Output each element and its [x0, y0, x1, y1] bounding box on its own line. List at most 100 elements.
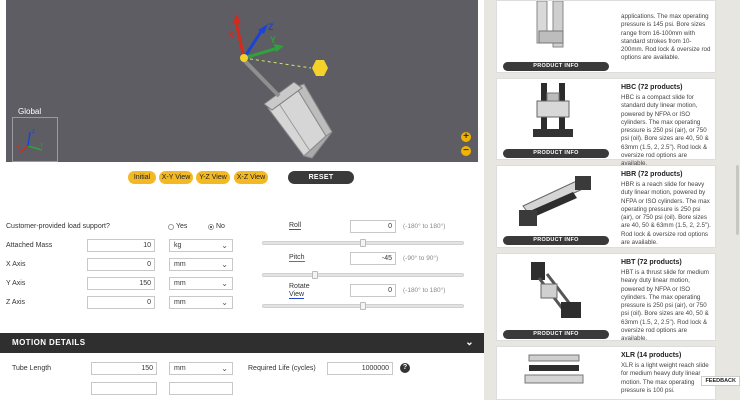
product-description: applications. The max operating pressure… [621, 13, 711, 62]
chevron-down-icon: ⌄ [221, 279, 228, 288]
rotate-view-slider-thumb[interactable] [360, 302, 366, 310]
yz-view-button[interactable]: Y-Z View [196, 171, 230, 184]
global-label: Global [18, 107, 42, 116]
x-axis-label: X Axis [6, 261, 26, 268]
xz-view-button[interactable]: X-Z View [234, 171, 268, 184]
svg-text:X: X [228, 30, 234, 40]
mass-unit-select[interactable]: kg ⌄ [169, 239, 233, 252]
support-no-radio[interactable] [208, 224, 214, 230]
y-axis-unit-value: mm [174, 280, 186, 287]
chevron-down-icon: ⌄ [221, 298, 228, 307]
pitch-input[interactable]: -45 [350, 252, 396, 265]
z-axis-input[interactable]: 0 [87, 296, 155, 309]
roll-range: (-180° to 180°) [403, 223, 446, 230]
product-card: HBR (72 products) HBR is a reach slide f… [496, 165, 716, 248]
feedback-tab[interactable]: FEEDBACK [701, 376, 740, 386]
attached-mass-label: Attached Mass [6, 242, 53, 249]
chevron-down-icon: ⌄ [221, 241, 228, 250]
rotate-label: Rotate [289, 283, 310, 290]
z-axis-unit-value: mm [174, 299, 186, 306]
product-info-button[interactable]: PRODUCT INFO [503, 62, 609, 71]
roll-label: Roll [289, 222, 302, 230]
y-axis-unit-select[interactable]: mm ⌄ [169, 277, 233, 290]
product-info-button[interactable]: PRODUCT INFO [503, 149, 609, 158]
y-axis-input[interactable]: 150 [87, 277, 155, 290]
pitch-label: Pitch [289, 254, 305, 262]
product-name: HBC (72 products) [621, 84, 683, 91]
product-card: XLR (14 products) XLR is a light weight … [496, 346, 716, 400]
pitch-slider-thumb[interactable] [312, 271, 318, 279]
attached-mass-input[interactable]: 10 [87, 239, 155, 252]
product-name: HBT (72 products) [621, 259, 682, 266]
support-yes-label: Yes [176, 223, 188, 230]
pitch-slider[interactable] [262, 271, 464, 279]
3d-scene: X Z Y X Y Z [16, 14, 333, 159]
rotate-view-input[interactable]: 0 [350, 284, 396, 297]
product-card: HBT (72 products) HBT is a thrust slide … [496, 253, 716, 343]
zoom-out-button[interactable]: − [461, 146, 471, 156]
tube-length-unit-value: mm [174, 365, 186, 372]
rotate-view-slider[interactable] [262, 302, 464, 310]
roll-slider-thumb[interactable] [360, 239, 366, 247]
next-field-select[interactable] [169, 382, 233, 395]
load-hexagon [312, 60, 328, 76]
3d-viewport[interactable]: X Z Y X Y Z Global + − [6, 0, 478, 162]
motion-details-header[interactable]: MOTION DETAILS ⌄ [0, 333, 484, 353]
xy-view-button[interactable]: X-Y View [159, 171, 193, 184]
motion-details-title: MOTION DETAILS [12, 338, 86, 347]
x-axis-input[interactable]: 0 [87, 258, 155, 271]
help-icon[interactable]: ? [400, 363, 410, 373]
x-axis-unit-value: mm [174, 261, 186, 268]
support-no-label: No [216, 223, 225, 230]
scrollbar[interactable] [735, 0, 740, 400]
product-info-button[interactable]: PRODUCT INFO [503, 330, 609, 339]
configurator-panel: X Z Y X Y Z Global + − Initial X-Y View … [0, 0, 484, 400]
mass-unit-value: kg [174, 242, 182, 249]
axis-gizmo[interactable]: X Z Y [228, 14, 284, 62]
rotate-view-label: View [289, 291, 305, 299]
product-image [531, 262, 581, 318]
svg-text:Y: Y [270, 35, 276, 45]
required-life-input[interactable]: 1000000 [327, 362, 393, 375]
tube-length-input[interactable]: 150 [91, 362, 157, 375]
next-field-input[interactable] [91, 382, 157, 395]
support-yes-radio[interactable] [168, 224, 174, 230]
product-name: XLR (14 products) [621, 352, 682, 359]
roll-slider[interactable] [262, 239, 464, 247]
view-buttons: Initial X-Y View Y-Z View X-Z View RESET… [0, 171, 484, 194]
z-axis-unit-select[interactable]: mm ⌄ [169, 296, 233, 309]
product-card: HBC (72 products) HBC is a compact slide… [496, 78, 716, 167]
product-image [533, 83, 573, 137]
tube-length-label: Tube Length [12, 365, 52, 372]
svg-text:Z: Z [268, 22, 274, 32]
zoom-in-button[interactable]: + [461, 132, 471, 142]
z-axis-label: Z Axis [6, 299, 26, 306]
product-image [536, 1, 564, 48]
product-description: HBT is a thrust slide for medium heavy d… [621, 269, 709, 343]
initial-view-button[interactable]: Initial [128, 171, 156, 184]
product-name: HBR (72 products) [621, 171, 683, 178]
scrollbar-thumb[interactable] [736, 165, 739, 235]
global-axes-box [12, 117, 58, 162]
product-info-button[interactable]: PRODUCT INFO [503, 236, 609, 245]
product-card: applications. The max operating pressure… [496, 0, 716, 73]
product-image [524, 354, 584, 384]
product-description: XLR is a light weight reach slide for me… [621, 362, 709, 394]
chevron-down-icon: ⌄ [465, 337, 474, 348]
product-results-panel: applications. The max operating pressure… [490, 0, 740, 400]
pitch-range: (-90° to 90°) [403, 255, 439, 262]
required-life-label: Required Life (cycles) [248, 365, 316, 372]
rotate-view-range: (-180° to 180°) [403, 287, 446, 294]
product-description: HBR is a reach slide for heavy duty line… [621, 181, 711, 247]
chevron-down-icon: ⌄ [221, 364, 228, 373]
support-question-label: Customer-provided load support? [6, 223, 110, 230]
y-axis-label: Y Axis [6, 280, 26, 287]
x-axis-unit-select[interactable]: mm ⌄ [169, 258, 233, 271]
tube-length-unit-select[interactable]: mm ⌄ [169, 362, 233, 375]
product-image [519, 176, 591, 226]
roll-input[interactable]: 0 [350, 220, 396, 233]
chevron-down-icon: ⌄ [221, 260, 228, 269]
product-description: HBC is a compact slide for standard duty… [621, 94, 709, 168]
configurator-page: X Z Y X Y Z Global + − Initial X-Y View … [0, 0, 740, 400]
reset-orientation-button[interactable]: RESET ORIENTATION [288, 171, 354, 194]
